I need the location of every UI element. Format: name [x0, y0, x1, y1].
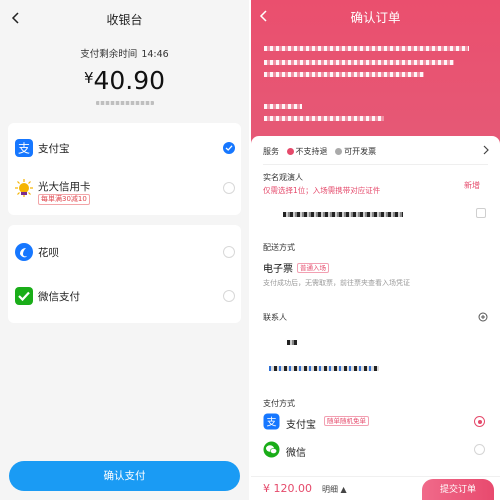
separator — [263, 164, 488, 165]
order-title: 确认订单 — [350, 10, 401, 25]
order-details-card: 服务 不支持退 可开发票 实名观演人 仅需选择1位；入场需携带对应证件 新增 配… — [251, 136, 500, 500]
edit-icon[interactable] — [478, 312, 488, 322]
svg-text:支: 支 — [267, 417, 277, 429]
redacted-merchant — [96, 101, 154, 105]
redacted-show-name — [264, 46, 469, 51]
service-label: 服务 — [263, 147, 279, 156]
alipay-icon: 支 — [263, 413, 280, 430]
redacted-show-info — [264, 72, 424, 77]
method-label: 花呗 — [38, 247, 59, 259]
realname-label: 实名观演人 — [263, 173, 303, 182]
method-cebbank[interactable]: 光大信用卡 每単满30减10 — [8, 173, 241, 209]
invoice-icon — [335, 148, 343, 155]
service-item: 不支持退 — [295, 147, 328, 156]
redacted-contact-name — [287, 340, 297, 345]
payment-alipay[interactable]: 支 支付宝 随单随机免单 — [263, 412, 488, 432]
svg-text:支: 支 — [18, 142, 30, 156]
method-label: 微信支付 — [38, 291, 80, 303]
redacted-contact-phone — [269, 366, 379, 371]
payment-label-text: 支付宝 — [286, 420, 316, 431]
cebbank-icon — [14, 178, 34, 198]
pay-amount: ¥40.90 — [0, 66, 249, 95]
contact-label: 联系人 — [263, 313, 287, 322]
caret-up-icon: ▲ — [340, 485, 347, 494]
huabei-icon — [14, 242, 34, 262]
wechat-pay-icon — [14, 286, 34, 306]
chevron-right-icon[interactable] — [482, 145, 490, 155]
redacted-show-name — [264, 60, 454, 65]
cashier-title: 收银台 — [106, 13, 143, 27]
selected-check-icon[interactable] — [223, 142, 235, 154]
no-refund-icon — [286, 148, 294, 155]
redacted-seat — [264, 104, 302, 109]
method-label: 光大信用卡 — [38, 181, 91, 193]
add-viewer-link[interactable]: 新增 — [464, 180, 480, 191]
eticket-row: 电子票 普通入场 — [263, 260, 329, 275]
unselected-radio[interactable] — [474, 444, 485, 455]
cashier-screen: 收银台 支付剩余时间 14:46 ¥40.90 支 支付宝 光大信用卡 每単满30… — [0, 0, 249, 500]
promo-badge: 每単满30减10 — [38, 194, 90, 205]
eticket-label: 电子票 — [263, 264, 293, 275]
remaining-value: 14:46 — [141, 49, 169, 60]
redacted-viewer — [283, 212, 403, 217]
payment-methods-card: 支 支付宝 光大信用卡 每単满30减10 — [8, 123, 241, 215]
order-screen: 确认订单 服务 不支持退 可开发票 实名观演人 仅需选择1位；入场需携带对应证件… — [251, 0, 500, 500]
payment-promo-tag: 随单随机免单 — [324, 416, 369, 426]
method-label: 支付宝 — [38, 143, 70, 155]
method-alipay[interactable]: 支 支付宝 — [8, 133, 241, 163]
method-huabei[interactable]: 花呗 — [8, 237, 241, 267]
selected-radio[interactable] — [474, 416, 485, 427]
viewer-checkbox[interactable] — [476, 208, 486, 218]
eticket-tag: 普通入场 — [297, 263, 329, 273]
remaining-label: 支付剩余时间 — [80, 49, 138, 60]
payment-label-text: 微信 — [286, 448, 306, 459]
delivery-label: 配送方式 — [263, 243, 295, 252]
service-row[interactable]: 服务 不支持退 可开发票 — [263, 146, 376, 157]
unselected-radio[interactable] — [223, 290, 235, 302]
payment-label: 支付方式 — [263, 399, 295, 408]
unselected-radio[interactable] — [223, 182, 235, 194]
method-wechat[interactable]: 微信支付 — [8, 281, 241, 311]
confirm-pay-button[interactable]: 确认支付 — [9, 461, 240, 491]
eticket-note: 支付成功后，无需取票，前往票夹查看入场凭证 — [263, 279, 410, 287]
order-bottom-bar: ¥ 120.00 明细 ▲ 提交订单 — [251, 476, 500, 500]
alipay-icon: 支 — [14, 138, 34, 158]
payment-methods-card-2: 花呗 微信支付 — [8, 225, 241, 323]
payment-wechat[interactable]: 微信 — [263, 440, 488, 460]
price-detail-link[interactable]: 明细 ▲ — [322, 484, 347, 495]
remaining-time: 支付剩余时间 14:46 — [0, 46, 249, 60]
service-item: 可开发票 — [344, 147, 377, 156]
detail-label: 明细 — [322, 485, 338, 494]
unselected-radio[interactable] — [223, 246, 235, 258]
wechat-icon — [263, 441, 280, 458]
total-price: ¥ 120.00 — [263, 482, 312, 495]
redacted-seat — [264, 116, 384, 121]
realname-tip: 仅需选择1位；入场需携带对应证件 — [263, 186, 381, 195]
amount-value: 40.90 — [93, 66, 166, 95]
submit-order-button[interactable]: 提交订单 — [422, 479, 494, 500]
